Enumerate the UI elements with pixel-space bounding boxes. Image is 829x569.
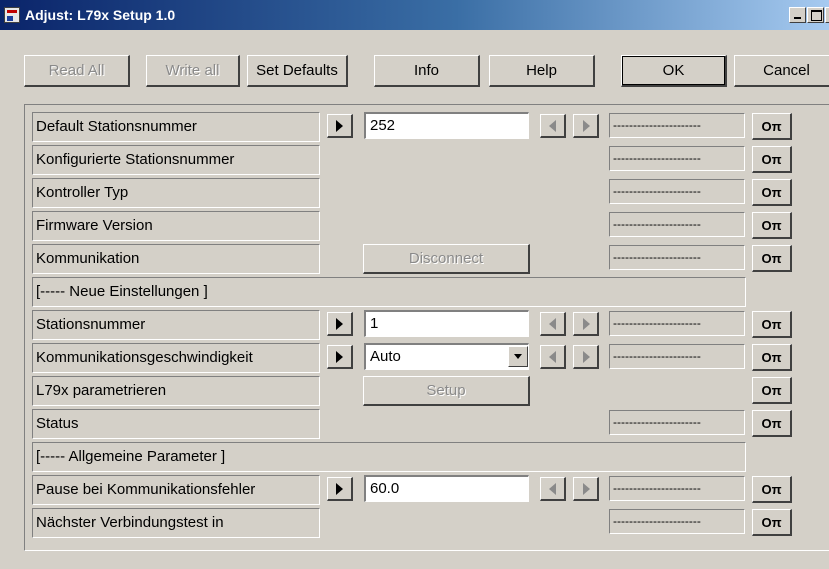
parametrize-key-button[interactable]: Oπ bbox=[752, 377, 792, 404]
comm-speed-status: ---------------------- bbox=[609, 344, 745, 369]
firmware-key-button[interactable]: Oπ bbox=[752, 212, 792, 239]
controller-type-key-button[interactable]: Oπ bbox=[752, 179, 792, 206]
app-icon[interactable] bbox=[4, 7, 20, 23]
status-label: Status bbox=[32, 409, 320, 439]
status-status: ---------------------- bbox=[609, 410, 745, 435]
default-station-input[interactable]: 252 bbox=[364, 112, 529, 139]
configured-station-label: Konfigurierte Stationsnummer bbox=[32, 145, 320, 175]
station-number-prev-button[interactable] bbox=[540, 312, 566, 336]
key-icon: Oπ bbox=[761, 515, 782, 530]
key-icon: Oπ bbox=[761, 185, 782, 200]
station-number-input[interactable]: 1 bbox=[364, 310, 529, 337]
comm-error-pause-key-button[interactable]: Oπ bbox=[752, 476, 792, 503]
station-number-apply-button[interactable] bbox=[327, 312, 353, 336]
disconnect-button[interactable]: Disconnect bbox=[363, 244, 530, 274]
help-button[interactable]: Help bbox=[489, 55, 595, 87]
default-station-key-button[interactable]: Oπ bbox=[752, 113, 792, 140]
set-defaults-button[interactable]: Set Defaults bbox=[247, 55, 348, 87]
default-station-next-button[interactable] bbox=[573, 114, 599, 138]
communication-label: Kommunikation bbox=[32, 244, 320, 274]
station-number-status: ---------------------- bbox=[609, 311, 745, 336]
default-station-status: ---------------------- bbox=[609, 113, 745, 138]
configured-station-key-button[interactable]: Oπ bbox=[752, 146, 792, 173]
minimize-icon bbox=[794, 17, 801, 19]
status-key-button[interactable]: Oπ bbox=[752, 410, 792, 437]
key-icon: Oπ bbox=[761, 482, 782, 497]
communication-key-button[interactable]: Oπ bbox=[752, 245, 792, 272]
setup-button[interactable]: Setup bbox=[363, 376, 530, 406]
comm-speed-apply-button[interactable] bbox=[327, 345, 353, 369]
comm-error-pause-status: ---------------------- bbox=[609, 476, 745, 501]
comm-error-pause-apply-button[interactable] bbox=[327, 477, 353, 501]
station-number-next-button[interactable] bbox=[573, 312, 599, 336]
next-test-status: ---------------------- bbox=[609, 509, 745, 534]
chevron-down-icon[interactable] bbox=[508, 346, 528, 367]
controller-type-status: ---------------------- bbox=[609, 179, 745, 204]
firmware-label: Firmware Version bbox=[32, 211, 320, 241]
firmware-status: ---------------------- bbox=[609, 212, 745, 237]
maximize-button[interactable] bbox=[807, 7, 824, 23]
close-button[interactable] bbox=[825, 7, 829, 23]
section-general-parameters: [----- Allgemeine Parameter ] bbox=[32, 442, 746, 472]
parametrize-label: L79x parametrieren bbox=[32, 376, 320, 406]
default-station-label: Default Stationsnummer bbox=[32, 112, 320, 142]
minimize-button[interactable] bbox=[789, 7, 806, 23]
section-new-settings: [----- Neue Einstellungen ] bbox=[32, 277, 746, 307]
key-icon: Oπ bbox=[761, 119, 782, 134]
info-button[interactable]: Info bbox=[374, 55, 480, 87]
comm-error-pause-prev-button[interactable] bbox=[540, 477, 566, 501]
key-icon: Oπ bbox=[761, 416, 782, 431]
comm-speed-select[interactable]: Auto bbox=[364, 343, 529, 370]
next-test-label: Nächster Verbindungstest in bbox=[32, 508, 320, 538]
configured-station-status: ---------------------- bbox=[609, 146, 745, 171]
comm-error-pause-label: Pause bei Kommunikationsfehler bbox=[32, 475, 320, 505]
comm-speed-prev-button[interactable] bbox=[540, 345, 566, 369]
key-icon: Oπ bbox=[761, 251, 782, 266]
comm-speed-key-button[interactable]: Oπ bbox=[752, 344, 792, 371]
key-icon: Oπ bbox=[761, 350, 782, 365]
controller-type-label: Kontroller Typ bbox=[32, 178, 320, 208]
write-all-button[interactable]: Write all bbox=[146, 55, 240, 87]
maximize-icon bbox=[811, 10, 822, 21]
key-icon: Oπ bbox=[761, 383, 782, 398]
station-number-label: Stationsnummer bbox=[32, 310, 320, 340]
comm-speed-next-button[interactable] bbox=[573, 345, 599, 369]
window-title: Adjust: L79x Setup 1.0 bbox=[25, 7, 176, 23]
comm-speed-label: Kommunikationsgeschwindigkeit bbox=[32, 343, 320, 373]
ok-button[interactable]: OK bbox=[621, 55, 727, 87]
communication-status: ---------------------- bbox=[609, 245, 745, 270]
default-station-apply-button[interactable] bbox=[327, 114, 353, 138]
comm-error-pause-next-button[interactable] bbox=[573, 477, 599, 501]
default-station-prev-button[interactable] bbox=[540, 114, 566, 138]
station-number-key-button[interactable]: Oπ bbox=[752, 311, 792, 338]
key-icon: Oπ bbox=[761, 218, 782, 233]
key-icon: Oπ bbox=[761, 317, 782, 332]
next-test-key-button[interactable]: Oπ bbox=[752, 509, 792, 536]
comm-error-pause-input[interactable]: 60.0 bbox=[364, 475, 529, 502]
read-all-button[interactable]: Read All bbox=[24, 55, 130, 87]
comm-speed-value: Auto bbox=[370, 348, 401, 365]
key-icon: Oπ bbox=[761, 152, 782, 167]
cancel-button[interactable]: Cancel bbox=[734, 55, 829, 87]
